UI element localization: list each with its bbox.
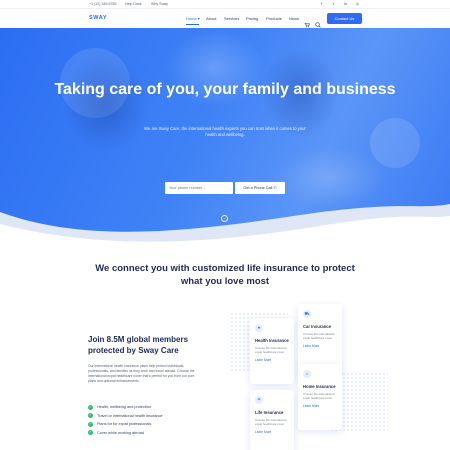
top-bar: +1 (12) 345 6789 Help Desk Why Sway f t … <box>0 0 450 9</box>
logo[interactable]: SWAY <box>89 15 107 21</box>
hero-wave-divider <box>0 204 450 250</box>
contact-us-button[interactable]: Contact Us <box>327 13 362 24</box>
phone-number[interactable]: +1 (12) 345 6789 <box>89 2 116 6</box>
connect-heading-text: We connect you with customized life insu… <box>95 263 355 287</box>
list-item-label: Cover while working abroad <box>97 430 144 435</box>
check-icon: ✓ <box>88 413 93 419</box>
hero-subtitle: We are Sway Care, the international heal… <box>144 126 306 137</box>
search-icon[interactable] <box>315 15 321 28</box>
card-description: Choose the international expat healthcar… <box>255 346 287 354</box>
life-icon: ☂ <box>255 396 263 404</box>
card-description: Choose the international expat healthcar… <box>303 332 335 340</box>
learn-more-link[interactable]: Learn More <box>303 404 337 408</box>
twitter-icon[interactable]: t <box>331 2 336 7</box>
why-sway-link[interactable]: Why Sway <box>151 2 168 6</box>
nav-home-label: Home <box>186 16 197 21</box>
list-item-label: Plans for for expat professionals <box>97 422 152 427</box>
life-insurance-card[interactable]: ☂ Life Insurance Choose the internationa… <box>250 390 294 450</box>
card-title: Life Insurance <box>255 410 284 415</box>
benefits-list: ✓ Health, wellbeing and protection ✓ Trave… <box>88 403 228 437</box>
list-item-label: Health, wellbeing and protection <box>97 405 152 410</box>
hero-decor-circle-small <box>370 118 420 168</box>
learn-more-link[interactable]: Learn More <box>255 430 289 434</box>
nav-services[interactable]: Services <box>224 16 239 21</box>
home-insurance-card[interactable]: ⌂ Home Insurance Choose the internationa… <box>298 364 342 430</box>
check-icon: ✓ <box>88 430 93 436</box>
card-description: Choose the international expat healthcar… <box>303 392 335 400</box>
learn-more-link[interactable]: Learn More <box>303 344 337 348</box>
list-item: ✓ Cover while working abroad <box>88 429 228 438</box>
join-heading: Join 8.5M global members protected by Sw… <box>88 335 189 355</box>
health-icon: ♥ <box>255 324 263 332</box>
card-title: Car Insurance <box>303 324 331 329</box>
check-icon: ✓ <box>88 404 93 410</box>
home-icon: ⌂ <box>303 370 311 378</box>
list-item-label: Travel or international health insurance <box>97 413 163 418</box>
nav-pricing[interactable]: Pricing <box>246 16 258 21</box>
list-item: ✓ Plans for for expat professionals <box>88 420 228 429</box>
car-insurance-card[interactable]: ⛟ Car Insurance Choose the international… <box>298 304 342 370</box>
nav-home[interactable]: Home ▾ <box>186 16 200 21</box>
linkedin-icon[interactable]: in <box>343 2 348 7</box>
facebook-icon[interactable]: f <box>319 2 324 7</box>
health-insurance-card[interactable]: ♥ Health Insurance Choose the internatio… <box>250 318 294 384</box>
check-icon: ✓ <box>88 421 93 427</box>
card-title: Health Insurance <box>255 338 289 343</box>
car-icon: ⛟ <box>303 310 311 318</box>
cart-icon[interactable] <box>304 15 310 28</box>
main-header: SWAY Home ▾ About Services Pricing Produ… <box>0 9 450 28</box>
nav-active-indicator <box>186 24 199 25</box>
nav-about[interactable]: About <box>206 16 216 21</box>
card-description: Choose the international expat healthcar… <box>255 418 287 426</box>
learn-more-link[interactable]: Learn More <box>255 358 289 362</box>
instagram-icon[interactable]: ◎ <box>355 2 360 7</box>
connect-heading: We connect you with customized life insu… <box>0 262 450 288</box>
nav-news[interactable]: News <box>289 16 299 21</box>
list-item: ✓ Travel or international health insuranc… <box>88 412 228 421</box>
list-item: ✓ Health, wellbeing and protection <box>88 403 228 412</box>
card-title: Home Insurance <box>303 384 336 389</box>
help-desk-link[interactable]: Help Desk <box>125 2 142 6</box>
join-description: Our international health insurance plans… <box>88 364 195 383</box>
hero-title: Taking care of you, your family and busi… <box>54 81 396 98</box>
nav-products[interactable]: Products <box>266 16 282 21</box>
